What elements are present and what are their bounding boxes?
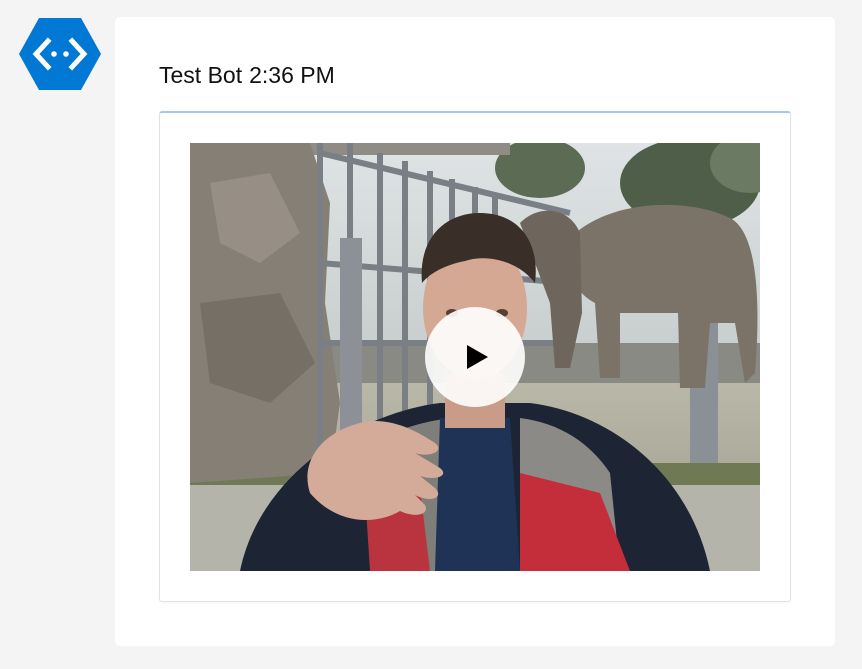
message-header: Test Bot 2:36 PM — [159, 61, 335, 89]
bot-avatar — [18, 17, 102, 91]
message-timestamp: 2:36 PM — [249, 62, 335, 88]
play-icon — [467, 345, 488, 369]
message-bubble: Test Bot 2:36 PM — [115, 17, 835, 646]
video-thumbnail[interactable] — [190, 143, 760, 571]
video-attachment-card — [159, 111, 791, 602]
sender-name: Test Bot — [159, 62, 243, 88]
bot-hexagon-icon — [19, 18, 101, 90]
play-button[interactable] — [425, 307, 525, 407]
